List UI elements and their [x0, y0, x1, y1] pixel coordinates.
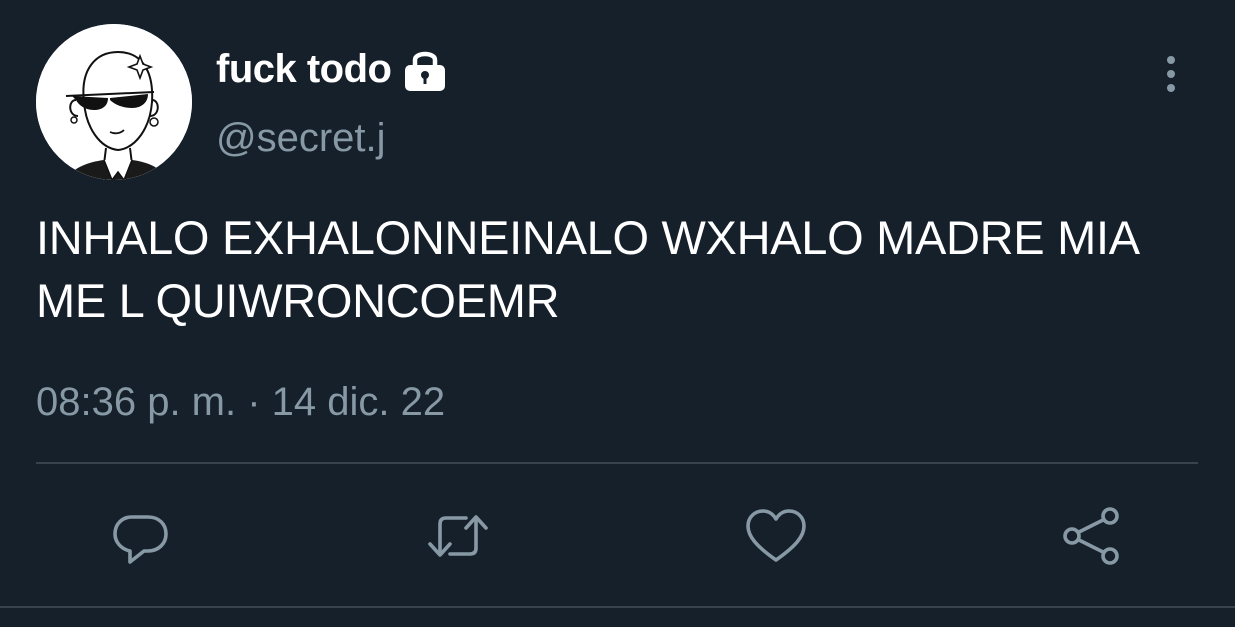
avatar-drawing — [36, 24, 192, 180]
more-vertical-icon — [1167, 56, 1175, 92]
bottom-divider — [0, 606, 1235, 608]
share-button[interactable] — [1060, 504, 1124, 568]
reply-button[interactable] — [108, 504, 172, 568]
lock-icon — [403, 46, 449, 92]
display-name[interactable]: fuck todo — [216, 47, 392, 92]
retweet-button[interactable] — [426, 504, 490, 568]
divider — [36, 462, 1198, 464]
like-button[interactable] — [744, 504, 808, 568]
retweet-icon — [428, 515, 488, 557]
tweet-detail: fuck todo @secret.j INHALO EXHALONNEINAL… — [0, 0, 1235, 627]
avatar[interactable] — [36, 24, 192, 180]
tweet-text: INHALO EXHALONNEINALO WXHALO MADRE MIA M… — [36, 211, 1138, 327]
reply-icon — [113, 515, 168, 564]
more-options-button[interactable] — [1150, 52, 1194, 96]
tweet-timestamp[interactable]: 08:36 p. m. · 14 dic. 22 — [36, 380, 445, 425]
author-name-row: fuck todo — [216, 44, 449, 94]
heart-icon — [746, 509, 806, 562]
share-icon — [1063, 507, 1119, 565]
author-handle[interactable]: @secret.j — [216, 116, 386, 161]
